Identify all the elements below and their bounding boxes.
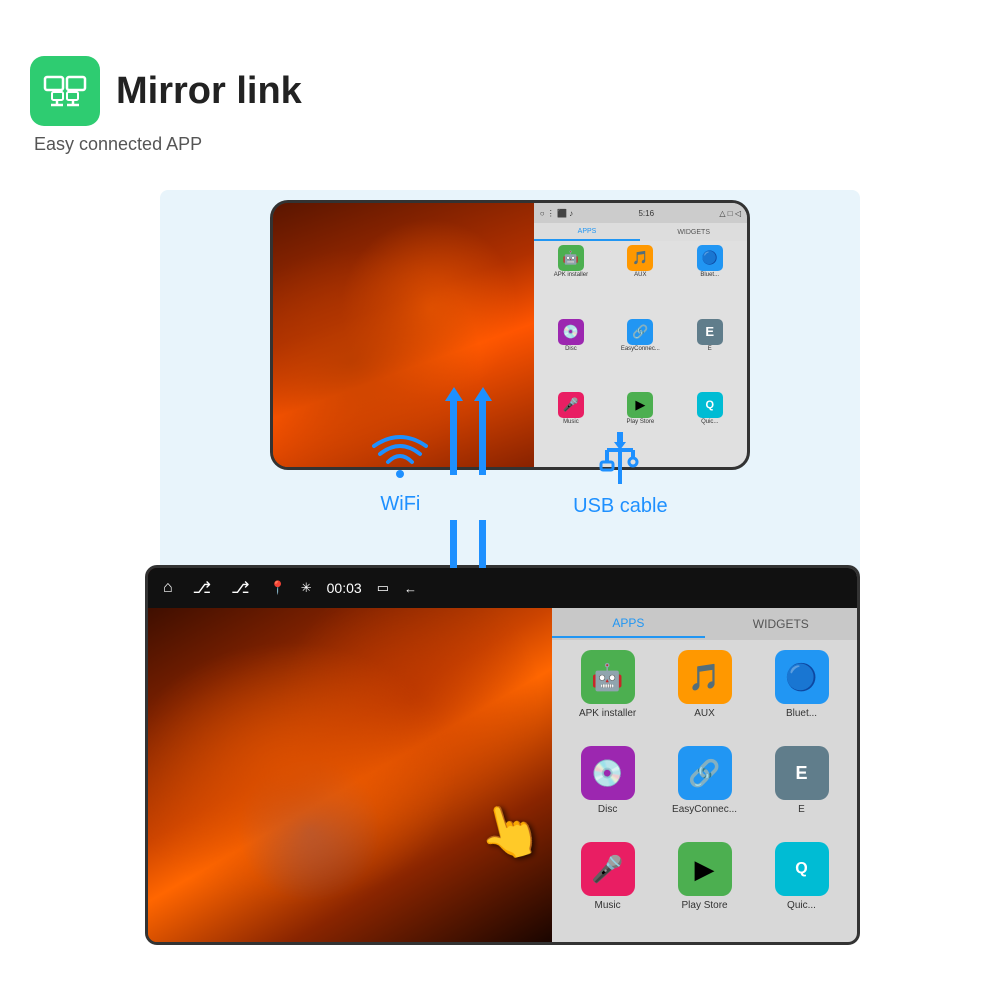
phone-time: 5:16	[638, 209, 654, 218]
phone-aux-icon: 🎵	[627, 245, 653, 271]
phone-apk-icon: 🤖	[558, 245, 584, 271]
phone-tab-apps[interactable]: APPS	[534, 223, 641, 241]
arrow-down-2	[479, 520, 486, 570]
car-app-bt[interactable]: 🔵 Bluet...	[756, 650, 847, 740]
car-bt-status-icon: ✳	[301, 580, 312, 596]
car-e-label: E	[798, 804, 805, 815]
car-disc-label: Disc	[598, 804, 617, 815]
car-play-icon: ▶	[678, 842, 732, 896]
car-tab-apps[interactable]: APPS	[552, 610, 704, 638]
car-usb-icon: ⎇	[193, 578, 211, 598]
wifi-label: WiFi	[380, 493, 420, 516]
phone-easy-icon: 🔗	[627, 319, 653, 345]
arrow-up-2	[479, 400, 486, 475]
arrow-up-1	[450, 400, 457, 475]
car-apk-icon: 🤖	[581, 650, 635, 704]
car-app-screen: APPS WIDGETS 🤖 APK installer 🎵 AUX 🔵 Blu…	[552, 568, 857, 942]
phone-disc-label: Disc	[565, 346, 577, 352]
phone-app-apk[interactable]: 🤖 APK installer	[538, 245, 604, 316]
arrow-down-1	[450, 520, 457, 570]
car-time: 00:03	[327, 580, 362, 596]
phone-status-bar: ○ ⋮ ⬛ ♪ 5:16 △ □ ◁	[534, 203, 747, 223]
car-apps-grid: 🤖 APK installer 🎵 AUX 🔵 Bluet... 💿 Disc …	[552, 640, 857, 942]
mirror-link-icon	[30, 56, 100, 126]
header-section: Mirror link Easy connected APP	[30, 56, 302, 155]
car-status-right: 📍 ✳ 00:03 ▭ ←	[270, 580, 417, 596]
car-disc-icon: 💿	[581, 746, 635, 800]
usb-label: USB cable	[573, 495, 668, 518]
phone-e-label: E	[708, 346, 712, 352]
car-app-aux[interactable]: 🎵 AUX	[659, 650, 750, 740]
phone-tab-widgets[interactable]: WIDGETS	[640, 223, 747, 241]
phone-disc-icon: 💿	[558, 319, 584, 345]
phone-app-easy[interactable]: 🔗 EasyConnec...	[607, 319, 673, 390]
phone-play-icon: ▶	[627, 392, 653, 418]
car-location-icon: 📍	[270, 580, 286, 596]
phone-quic-icon: Q	[697, 392, 723, 418]
car-bt-label: Bluet...	[786, 708, 817, 719]
watermark: es.carmitek.com	[390, 952, 609, 984]
phone-app-screen: ○ ⋮ ⬛ ♪ 5:16 △ □ ◁ APPS WIDGETS 🤖 APK in…	[534, 203, 747, 467]
car-quic-icon: Q	[775, 842, 829, 896]
mirror-link-title: Mirror link	[116, 70, 302, 113]
car-quic-label: Quic...	[787, 900, 816, 911]
phone-e-icon: E	[697, 319, 723, 345]
car-video-frame	[148, 568, 552, 942]
car-play-label: Play Store	[681, 900, 727, 911]
phone-app-aux[interactable]: 🎵 AUX	[607, 245, 673, 316]
wifi-icon	[372, 432, 428, 489]
car-back-icon: ←	[404, 581, 417, 596]
car-status-bar: ⌂ ⎇ ⎇ 📍 ✳ 00:03 ▭ ←	[148, 568, 857, 608]
wifi-item: WiFi	[372, 432, 428, 516]
car-head-unit: ⌂ ⎇ ⎇ 📍 ✳ 00:03 ▭ ← 👆 APPS WIDGETS 🤖 APK…	[145, 565, 860, 945]
phone-app-bt[interactable]: 🔵 Bluet...	[677, 245, 743, 316]
phone-music-icon: 🎤	[558, 392, 584, 418]
easy-connected-label: Easy connected APP	[34, 134, 302, 155]
car-bt-icon: 🔵	[775, 650, 829, 704]
phone-play-label: Play Store	[626, 419, 654, 425]
car-window-icon: ▭	[377, 580, 389, 596]
car-aux-icon: 🎵	[678, 650, 732, 704]
phone-apk-label: APK installer	[554, 272, 588, 278]
car-music-icon: 🎤	[581, 842, 635, 896]
upward-arrows	[450, 400, 486, 475]
car-easy-icon: 🔗	[678, 746, 732, 800]
phone-app-e[interactable]: E E	[677, 319, 743, 390]
phone-quic-label: Quic...	[701, 419, 718, 425]
phone-app-disc[interactable]: 💿 Disc	[538, 319, 604, 390]
phone-video-frame	[273, 203, 534, 467]
car-app-music[interactable]: 🎤 Music	[562, 842, 653, 932]
car-e-icon: E	[775, 746, 829, 800]
phone-video-content	[273, 203, 534, 467]
car-home-icon: ⌂	[163, 579, 173, 597]
connection-icons-section: WiFi USB cable	[300, 430, 740, 518]
phone-aux-label: AUX	[634, 272, 646, 278]
phone-tabs: APPS WIDGETS	[534, 223, 747, 241]
phone-status-right: △ □ ◁	[719, 209, 741, 218]
car-video-content: 👆	[148, 568, 552, 942]
phone-bt-icon: 🔵	[697, 245, 723, 271]
car-app-disc[interactable]: 💿 Disc	[562, 746, 653, 836]
phone-music-label: Music	[563, 419, 579, 425]
car-tabs: APPS WIDGETS	[552, 608, 857, 640]
car-app-quic[interactable]: Q Quic...	[756, 842, 847, 932]
car-app-play[interactable]: ▶ Play Store	[659, 842, 750, 932]
usb-icon	[595, 430, 645, 491]
usb-item: USB cable	[573, 430, 668, 518]
car-aux-label: AUX	[694, 708, 715, 719]
phone-status-icons: ○ ⋮ ⬛ ♪	[540, 209, 573, 218]
car-app-easy[interactable]: 🔗 EasyConnec...	[659, 746, 750, 836]
car-music-label: Music	[595, 900, 621, 911]
mirror-link-row: Mirror link	[30, 56, 302, 126]
phone-easy-label: EasyConnec...	[621, 346, 660, 352]
car-usb2-icon: ⎇	[231, 578, 249, 598]
downward-arrows	[450, 520, 486, 570]
car-app-apk[interactable]: 🤖 APK installer	[562, 650, 653, 740]
car-easy-label: EasyConnec...	[672, 804, 737, 815]
car-apk-label: APK installer	[579, 708, 636, 719]
phone-bt-label: Bluet...	[700, 272, 719, 278]
car-tab-widgets[interactable]: WIDGETS	[705, 611, 857, 637]
car-app-e[interactable]: E E	[756, 746, 847, 836]
